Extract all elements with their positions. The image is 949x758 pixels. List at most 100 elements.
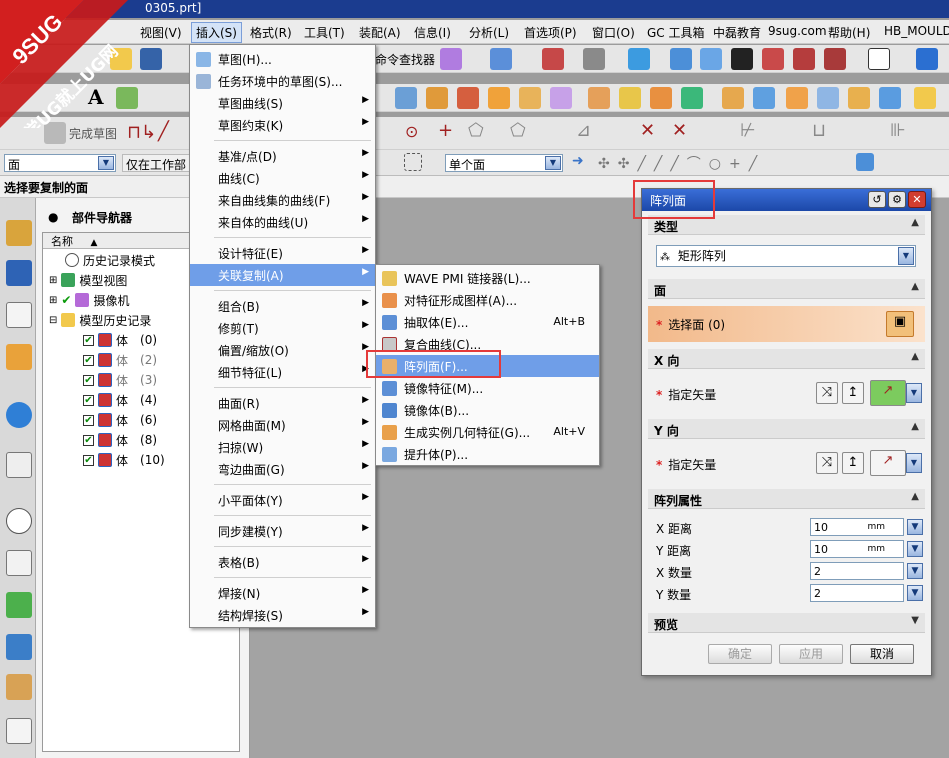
y-count-input[interactable]: 2 [810,584,904,602]
box-clip-icon[interactable] [824,48,846,70]
menu-item-flange-surface[interactable]: 弯边曲面(G) ▶ [190,458,375,480]
history-clock-icon[interactable] [6,508,32,534]
command-finder-label[interactable]: 命令查找器 [375,51,435,68]
tree-row[interactable]: ✔ 体 (3) [83,371,157,389]
visualization-icon[interactable] [6,592,32,618]
x-count-input[interactable]: 2 [810,562,904,580]
collapse-caret-icon[interactable]: ▲ [911,351,919,362]
fit-view-icon[interactable] [542,48,564,70]
inferred-vector-icon[interactable]: ↗ [870,450,906,476]
expand-icon[interactable]: ⊞ [49,295,57,306]
chevron-down-icon[interactable]: ▼ [545,156,561,170]
tree-row[interactable]: 历史记录模式 [65,251,155,269]
menu-item-weld[interactable]: 焊接(N) ▶ [190,582,375,604]
menu-item-mirror-body[interactable]: 镜像体(B)... [376,399,599,421]
chevron-down-icon[interactable]: ▼ [898,247,914,265]
checkbox[interactable]: ✔ [83,354,94,366]
info-icon[interactable] [6,402,32,428]
box-red-icon[interactable] [762,48,784,70]
menu-item-sync-modeling[interactable]: 同步建模(Y) ▶ [190,520,375,542]
checkbox[interactable]: ✔ [83,334,94,346]
face-select-icon[interactable]: ▣ [886,311,914,337]
snap-cube-icon[interactable] [856,153,874,171]
offset-curve-icon[interactable]: ⬠ [510,120,526,141]
gear-icon[interactable]: ⚙ [888,191,906,208]
reverse-direction-icon[interactable]: ⤨ [816,452,838,474]
menu-item-promote-body[interactable]: 提升体(P)... [376,443,599,465]
menu-item-datum[interactable]: 基准/点(D) ▶ [190,145,375,167]
profile-icon[interactable]: ⊓↳ [127,122,156,143]
reuse-library-icon[interactable] [6,344,32,370]
assembly-navigator-icon[interactable] [6,220,32,246]
selection-rule-combo[interactable]: 单个面 ▼ [445,154,563,172]
menu-item-wave-pmi[interactable]: WAVE PMI 链接器(L)... [376,267,599,289]
tree-row[interactable]: ✔ 体 (2) [83,351,157,369]
menu-zhonglei[interactable]: 中磊教育 [713,24,761,41]
apply-button[interactable]: 应用 [779,644,843,664]
section-x-direction[interactable]: X 向 ▲ [648,349,925,369]
menu-assembly[interactable]: 装配(A) [359,24,401,41]
layer-icon[interactable] [916,48,938,70]
draft-icon[interactable] [914,87,936,109]
pattern-icon[interactable] [588,87,610,109]
checkbox[interactable]: ✔ [83,434,94,446]
menu-item-structure-weld[interactable]: 结构焊接(S) ▶ [190,604,375,626]
section-pattern-properties[interactable]: 阵列属性 ▲ [648,489,925,509]
menu-window[interactable]: 窗口(O) [592,24,635,41]
collapse-icon[interactable]: ⊟ [49,315,57,326]
menu-9sug[interactable]: 9sug.com [768,24,827,38]
collapse-caret-icon[interactable]: ▲ [911,491,919,502]
menu-insert[interactable]: 插入(S) [191,22,242,43]
selection-scope-combo[interactable]: 仅在工作部件 [122,154,192,189]
system-scenes-icon[interactable] [6,718,32,744]
menu-item-instance-geometry[interactable]: 生成实例几何特征(G)... Alt+V [376,421,599,443]
boss-icon[interactable] [519,87,541,109]
pin-icon[interactable]: ● [48,210,58,224]
close-icon[interactable]: ✕ [908,191,926,208]
section-y-direction[interactable]: Y 向 ▲ [648,419,925,439]
chevron-down-icon[interactable]: ▼ [906,453,922,473]
menu-item-pattern-feature[interactable]: 对特征形成图样(A)... [376,289,599,311]
part-navigator-icon[interactable] [6,302,32,328]
menu-gc-toolbox[interactable]: GC 工具箱 [647,24,705,41]
blend-icon[interactable] [786,87,808,109]
intersect-icon[interactable] [681,87,703,109]
spin-down-icon[interactable]: ▼ [907,541,923,557]
split-body-icon[interactable] [753,87,775,109]
info-icon[interactable] [490,48,512,70]
menu-item-associative-copy[interactable]: 关联复制(A) ▶ [190,264,375,286]
menu-item-mirror-feature[interactable]: 镜像特征(M)... [376,377,599,399]
view-cube-icon[interactable] [628,48,650,70]
menu-item-table[interactable]: 表格(B) ▶ [190,551,375,573]
render-style-icon[interactable] [731,48,753,70]
menu-preferences[interactable]: 首选项(P) [524,24,577,41]
tree-row[interactable]: ⊟ 模型历史记录 [49,311,151,329]
checkbox[interactable]: ✔ [83,414,94,426]
section-face[interactable]: 面 ▲ [648,279,925,299]
vector-dialog-icon[interactable]: ↥ [842,452,864,474]
tree-row[interactable]: ⊞ 模型视图 [49,271,127,289]
menu-item-detail-feature[interactable]: 细节特征(L) ▶ [190,361,375,383]
extrude-icon[interactable] [426,87,448,109]
tree-row[interactable]: ⊞ ✔ 摄像机 [49,291,129,309]
constraint-navigator-icon[interactable] [6,260,32,286]
wireframe-icon[interactable] [700,48,722,70]
select-face-row[interactable]: * 选择面 (0) ▣ [648,306,925,342]
menu-item-sweep[interactable]: 扫掠(W) ▶ [190,436,375,458]
background-icon[interactable] [868,48,890,70]
menu-item-offset-scale[interactable]: 偏置/缩放(O) ▶ [190,339,375,361]
expand-icon[interactable]: ⊞ [49,275,57,286]
type-filter-combo[interactable]: 面 ▼ [4,154,116,172]
quick-extend-icon[interactable]: ✕ [672,120,687,141]
process-studio-icon[interactable] [6,550,32,576]
menu-analysis[interactable]: 分析(L) [469,24,509,41]
constraint-icon[interactable]: ⊬ [740,120,756,141]
mirror-curve-icon[interactable]: ⊿ [576,120,591,141]
unite-icon[interactable] [619,87,641,109]
spin-down-icon[interactable]: ▼ [907,585,923,601]
menu-item-design-feature[interactable]: 设计特征(E) ▶ [190,242,375,264]
spin-down-icon[interactable]: ▼ [907,519,923,535]
tree-row[interactable]: ✔ 体 (0) [83,331,157,349]
menu-help[interactable]: 帮助(H) [828,24,870,41]
sort-up-icon[interactable]: ▲ [91,238,98,248]
